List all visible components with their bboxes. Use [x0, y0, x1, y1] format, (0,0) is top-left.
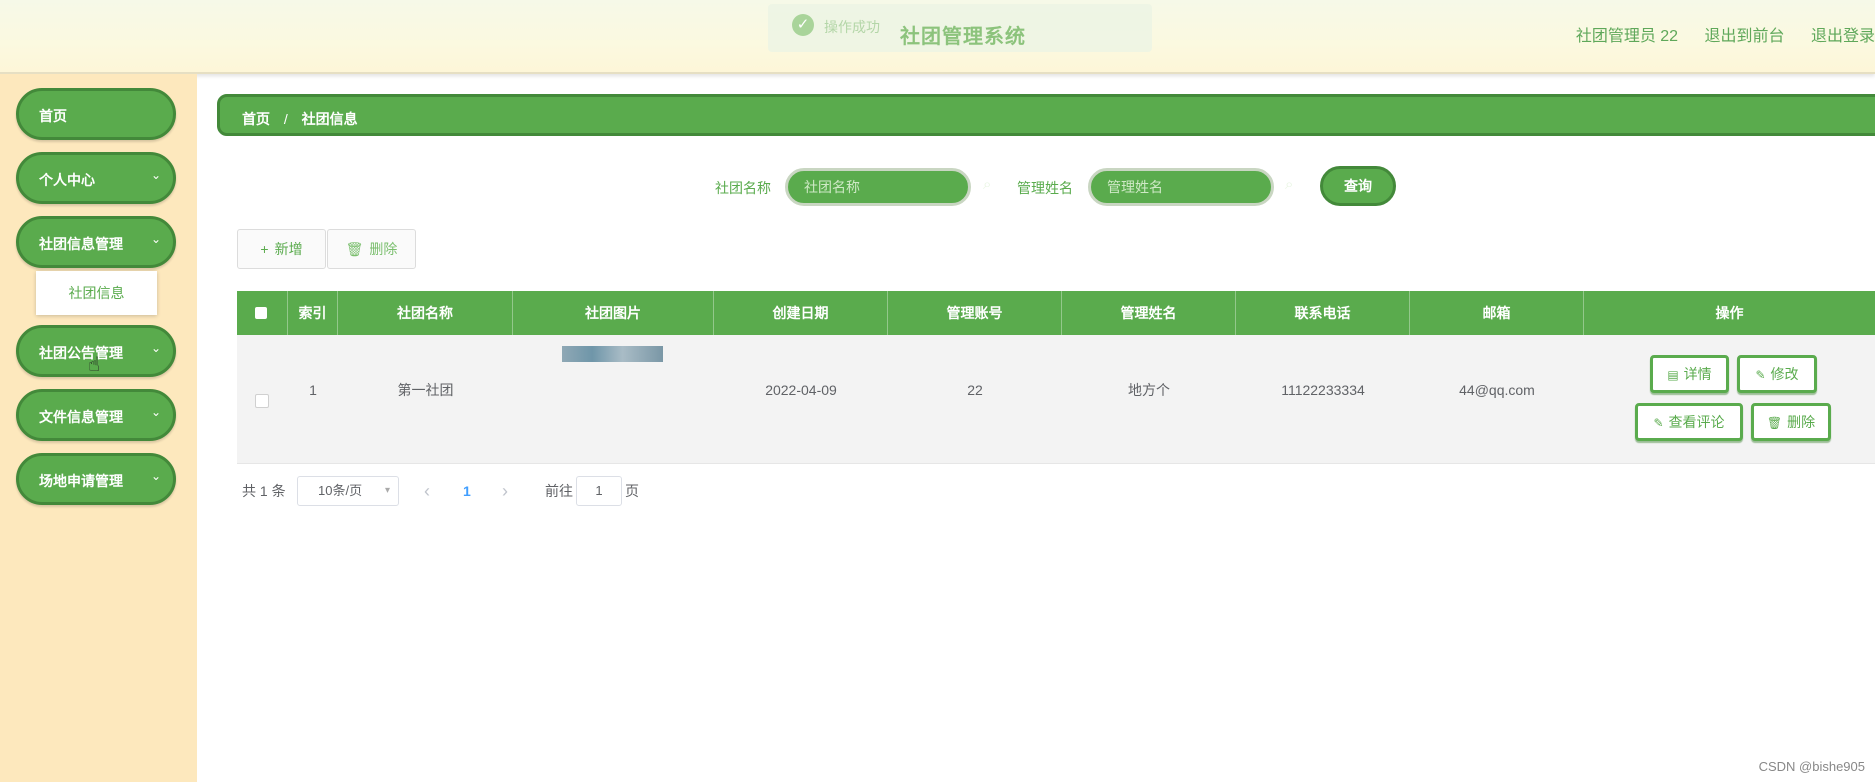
toast-message: 操作成功 — [824, 19, 880, 35]
sidebar-item-label: 个人中心 — [39, 172, 95, 188]
edit-button-label: 修改 — [1770, 366, 1799, 382]
select-all-checkbox[interactable] — [255, 307, 267, 319]
row-delete-button-label: 删除 — [1787, 414, 1816, 430]
next-page-button[interactable]: › — [502, 476, 508, 506]
cell-index: 1 — [309, 382, 317, 398]
sidebar-item-label: 文件信息管理 — [39, 409, 123, 425]
cell-phone: 11122233334 — [1281, 382, 1365, 398]
chevron-down-icon: ⌄ — [150, 341, 161, 355]
column-header: 联系电话 — [1236, 291, 1410, 335]
sidebar-item-label: 首页 — [39, 108, 67, 124]
sidebar-item-label: 社团公告管理 — [39, 345, 123, 361]
sidebar-item-club-info-management[interactable]: 社团信息管理 ⌄ — [16, 216, 176, 268]
chevron-down-icon: ⌄ — [150, 405, 161, 419]
breadcrumb-home[interactable]: 首页 — [242, 111, 270, 127]
sidebar-item-label: 社团信息管理 — [39, 236, 123, 252]
breadcrumb: 首页 / 社团信息 — [217, 94, 1875, 136]
cell-manager-account: 22 — [967, 382, 983, 398]
cell-create-date: 2022-04-09 — [765, 382, 837, 398]
club-name-label: 社团名称 — [715, 180, 771, 196]
column-header: 社团名称 — [338, 291, 513, 335]
column-header: 管理账号 — [888, 291, 1062, 335]
add-button[interactable]: + 新增 — [237, 229, 326, 269]
column-header: 邮箱 — [1410, 291, 1584, 335]
query-button[interactable]: 查询 — [1320, 166, 1396, 206]
prev-page-button[interactable]: ‹ — [424, 476, 430, 506]
watermark: CSDN @bishe905 — [1758, 759, 1865, 774]
check-circle-icon: ✓ — [792, 14, 814, 36]
pencil-icon: ✎ — [1755, 368, 1766, 382]
table-header: 索引 社团名称 社团图片 创建日期 管理账号 管理姓名 联系电话 邮箱 操作 — [237, 291, 1875, 335]
select-all-cell — [237, 291, 288, 335]
column-header: 管理姓名 — [1062, 291, 1236, 335]
manager-name-search-input[interactable] — [1088, 168, 1274, 206]
sidebar: 首页 个人中心 ⌄ 社团信息管理 ⌄ 社团公告管理 ⌄ 文件信息管理 ⌄ 场地申… — [0, 74, 197, 782]
detail-button-label: 详情 — [1683, 366, 1712, 382]
club-name-search-input[interactable] — [785, 168, 971, 206]
header-user-links: 社团管理员 22 退出到前台 退出登录 — [1554, 22, 1875, 46]
sidebar-item-venue-application-management[interactable]: 场地申请管理 ⌄ — [16, 453, 176, 505]
cell-manager-name: 地方个 — [1128, 382, 1170, 398]
manager-name-label: 管理姓名 — [1017, 180, 1073, 196]
sidebar-item-home[interactable]: 首页 — [16, 88, 176, 140]
exit-to-front-link[interactable]: 退出到前台 — [1705, 28, 1785, 45]
cell-club-name: 第一社团 — [397, 382, 454, 398]
search-icon: ⌕ — [1285, 176, 1294, 193]
logout-link[interactable]: 退出登录 — [1811, 28, 1875, 45]
club-image-thumbnail — [562, 346, 663, 362]
sidebar-item-label: 场地申请管理 — [39, 473, 123, 489]
current-user: 社团管理员 22 — [1575, 28, 1679, 45]
page-number-current[interactable]: 1 — [463, 476, 471, 506]
column-header: 操作 — [1715, 305, 1744, 321]
top-header: ✓ 操作成功 社团管理系统 社团管理员 22 退出到前台 退出登录 — [0, 0, 1875, 74]
hand-cursor-icon: ☝ — [88, 354, 101, 376]
page-size-value: 10条/页 — [318, 483, 363, 498]
plus-icon: + — [260, 241, 269, 257]
breadcrumb-separator: / — [283, 111, 288, 127]
trash-icon: 🗑 — [1766, 416, 1783, 430]
sidebar-item-personal-center[interactable]: 个人中心 ⌄ — [16, 152, 176, 204]
row-delete-button[interactable]: 🗑 删除 — [1751, 403, 1831, 441]
delete-button-label: 删除 — [369, 241, 398, 257]
search-icon: ⌕ — [983, 176, 992, 193]
view-comments-button-label: 查看评论 — [1668, 414, 1725, 430]
column-header: 社团图片 — [513, 291, 714, 335]
page-suffix: 页 — [625, 483, 639, 499]
column-header: 索引 — [288, 291, 338, 335]
breadcrumb-current: 社团信息 — [301, 111, 358, 127]
submenu-item-club-info[interactable]: 社团信息 — [36, 271, 157, 315]
table-row: 1 第一社团 2022-04-09 22 地方个 11122233334 44@… — [237, 335, 1875, 464]
delete-button[interactable]: 🗑 删除 — [327, 229, 416, 269]
document-icon: ▤ — [1667, 368, 1679, 382]
page-size-select[interactable]: 10条/页 ▾ — [297, 476, 399, 506]
goto-page-input[interactable]: 1 — [576, 476, 622, 506]
detail-button[interactable]: ▤ 详情 — [1650, 355, 1729, 393]
sidebar-item-file-info-management[interactable]: 文件信息管理 ⌄ — [16, 389, 176, 441]
column-header: 创建日期 — [714, 291, 888, 335]
add-button-label: 新增 — [274, 241, 303, 257]
pencil-icon: ✎ — [1653, 416, 1664, 430]
chevron-down-icon: ▾ — [384, 485, 390, 496]
row-checkbox[interactable] — [255, 394, 269, 408]
chevron-down-icon: ⌄ — [150, 232, 161, 246]
view-comments-button[interactable]: ✎ 查看评论 — [1635, 403, 1743, 441]
chevron-down-icon: ⌄ — [150, 168, 161, 182]
cell-email: 44@qq.com — [1459, 382, 1535, 398]
chevron-down-icon: ⌄ — [150, 469, 161, 483]
system-title: 社团管理系统 — [900, 26, 1026, 48]
edit-button[interactable]: ✎ 修改 — [1737, 355, 1817, 393]
trash-icon: 🗑 — [345, 241, 364, 257]
pagination-total: 共 1 条 — [242, 483, 286, 499]
goto-label: 前往 — [545, 483, 573, 499]
